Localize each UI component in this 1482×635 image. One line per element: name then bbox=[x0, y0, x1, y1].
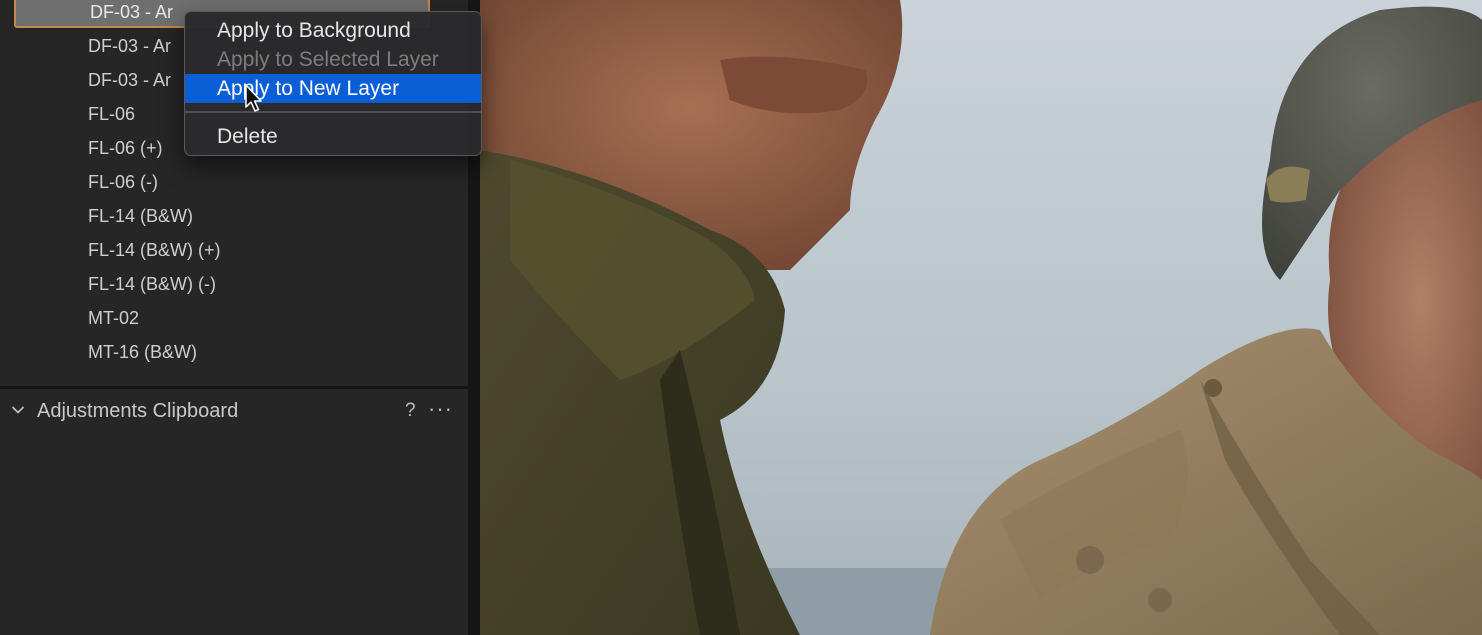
chevron-down-icon[interactable] bbox=[11, 403, 25, 417]
context-menu: Apply to Background Apply to Selected La… bbox=[184, 11, 482, 156]
photo-viewer[interactable] bbox=[480, 0, 1482, 635]
style-item[interactable]: FL-06 bbox=[88, 99, 135, 129]
style-item[interactable]: FL-14 (B&W) (-) bbox=[88, 269, 216, 299]
more-icon[interactable]: ··· bbox=[428, 389, 453, 429]
style-item[interactable]: DF-03 - Ar bbox=[88, 31, 171, 61]
pointer-cursor-icon bbox=[245, 84, 262, 112]
style-item[interactable]: FL-06 (-) bbox=[88, 167, 158, 197]
adjustments-clipboard-body bbox=[0, 433, 468, 635]
style-item[interactable]: FL-06 (+) bbox=[88, 133, 163, 163]
menu-item-delete[interactable]: Delete bbox=[185, 122, 481, 151]
menu-item-apply-to-new-layer[interactable]: Apply to New Layer bbox=[185, 74, 481, 103]
style-item[interactable]: FL-14 (B&W) (+) bbox=[88, 235, 221, 265]
menu-separator bbox=[185, 111, 481, 113]
adjustments-clipboard-title: Adjustments Clipboard bbox=[37, 400, 239, 422]
style-item[interactable]: MT-16 (B&W) bbox=[88, 337, 197, 367]
help-icon[interactable]: ? bbox=[405, 389, 416, 433]
style-item[interactable]: DF-03 - Ar bbox=[88, 65, 171, 95]
style-item[interactable]: FL-14 (B&W) bbox=[88, 201, 193, 231]
menu-item-apply-to-selected-layer: Apply to Selected Layer bbox=[217, 48, 439, 71]
photo-image bbox=[480, 0, 1482, 635]
adjustments-clipboard-header[interactable]: Adjustments Clipboard ? ··· bbox=[0, 389, 468, 433]
style-item[interactable]: MT-02 bbox=[88, 303, 139, 333]
menu-item-apply-to-background[interactable]: Apply to Background bbox=[185, 16, 481, 45]
